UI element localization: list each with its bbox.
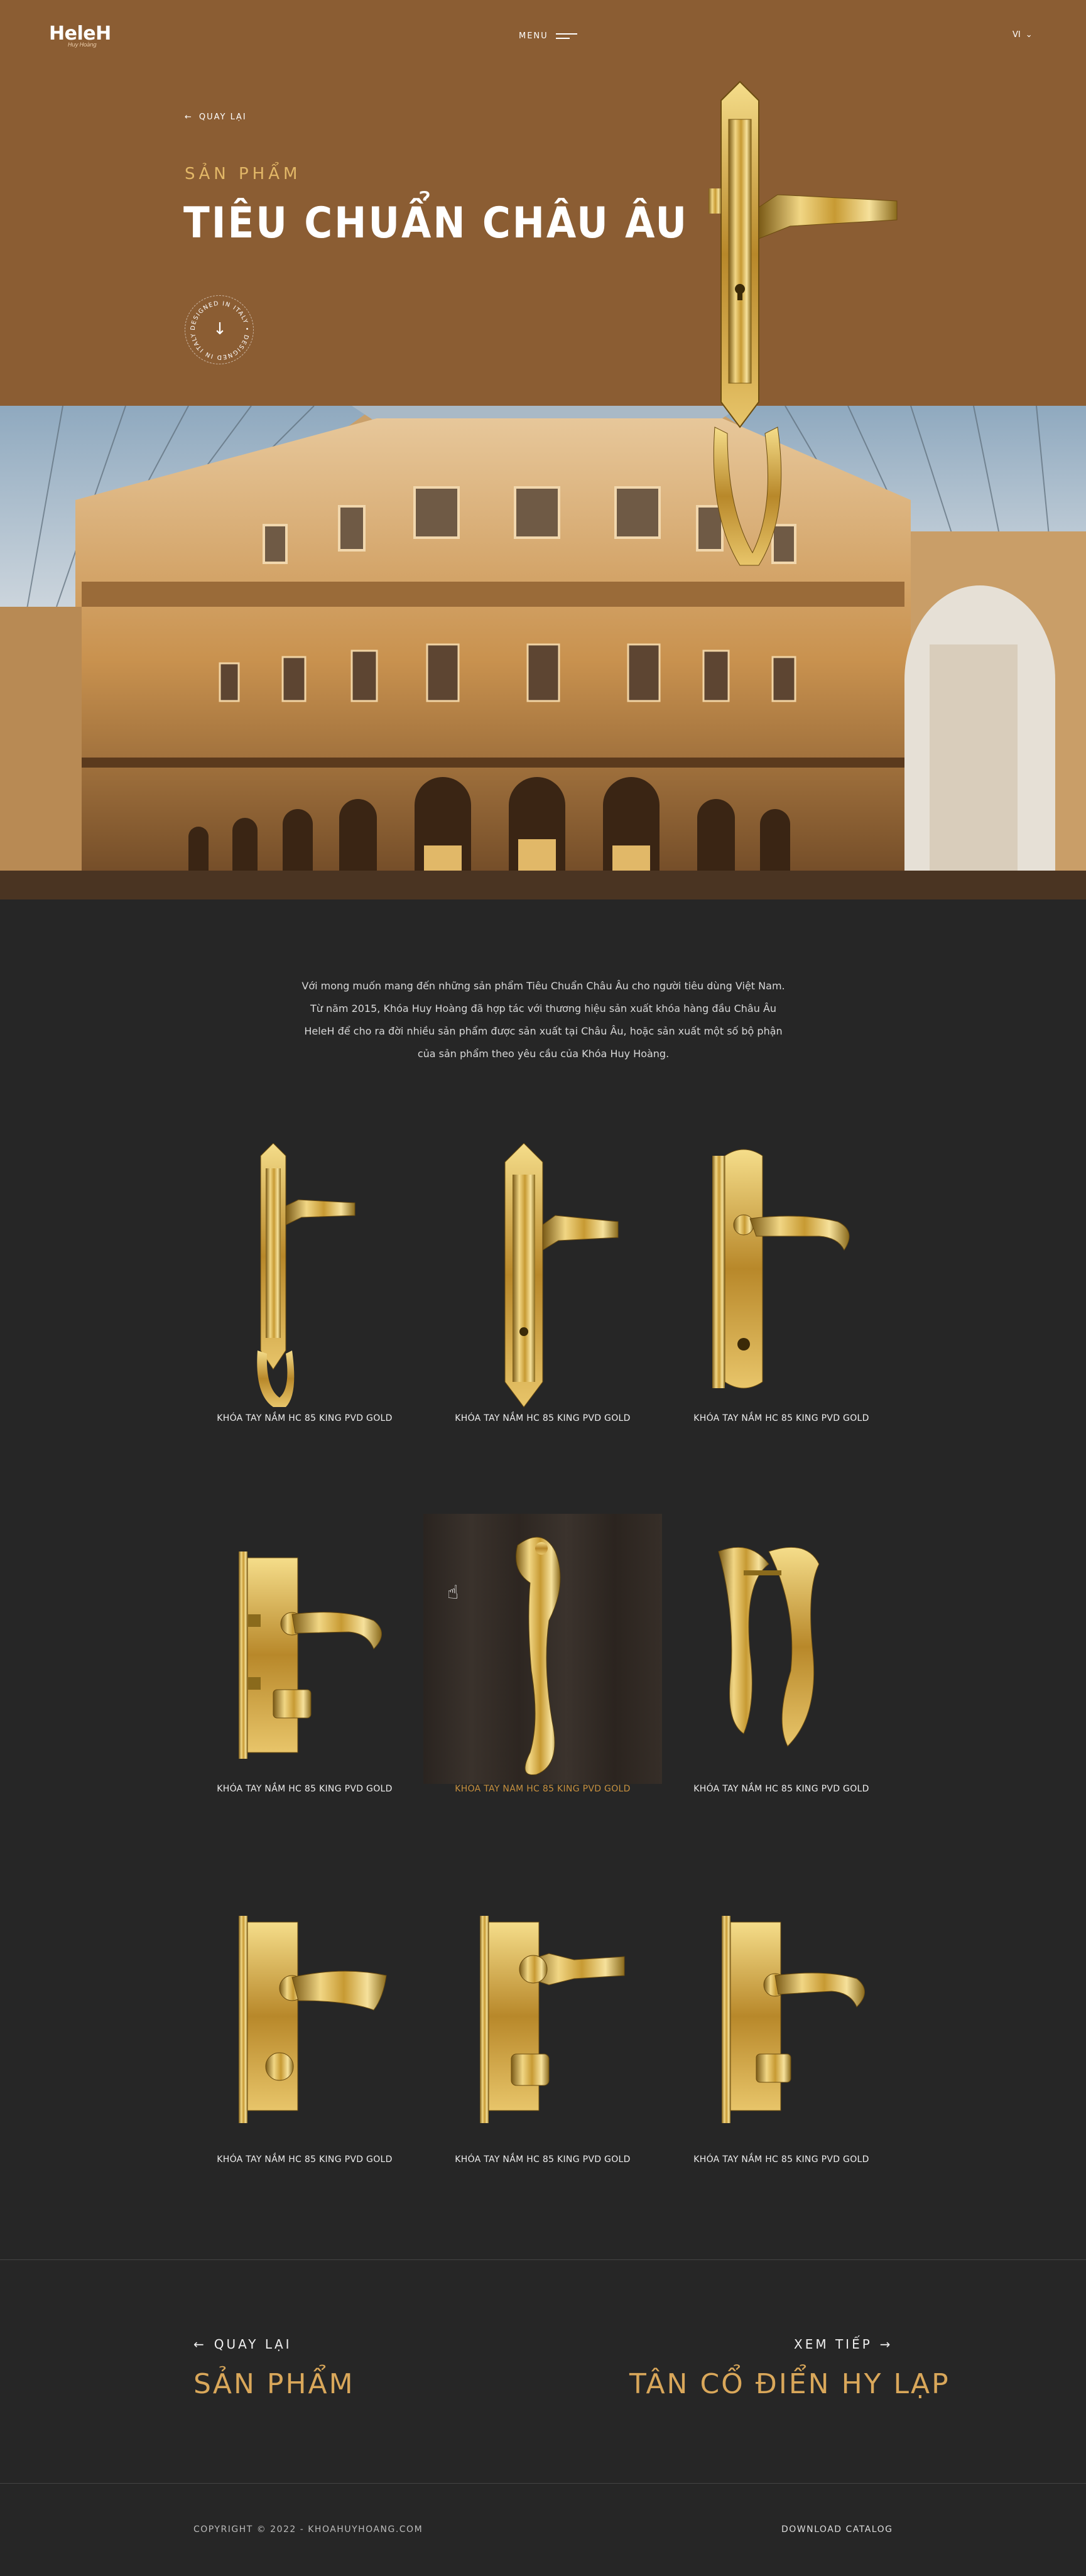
logo-text: HeleH	[49, 23, 111, 45]
product-card[interactable]: KHÓA TAY NẮM HC 85 KING PVD GOLD	[423, 1884, 662, 2165]
brand-logo[interactable]: HeleH Huy Hoàng	[49, 23, 111, 48]
next-section-title[interactable]: TÂN CỔ ĐIỂN HY LẠP	[629, 2368, 950, 2400]
designed-in-italy-badge[interactable]: DESIGNED IN ITALY • DESIGNED IN ITALY • …	[185, 295, 254, 364]
hand-pointer-icon: ☝	[447, 1582, 459, 1604]
product-image	[185, 1514, 424, 1784]
product-image	[662, 1143, 901, 1413]
intro-paragraph: Với mong muốn mang đến những sản phẩm Ti…	[251, 975, 835, 1065]
next-section-link[interactable]: XEM TIẾP →	[794, 2337, 893, 2352]
prev-section-link[interactable]: ← QUAY LẠI	[193, 2337, 292, 2352]
product-image	[185, 1143, 424, 1413]
product-caption: KHÓA TAY NẮM HC 85 KING PVD GOLD	[693, 1413, 869, 1423]
product-image	[662, 1884, 901, 2155]
product-card[interactable]: KHÓA TAY NẮM HC 85 KING PVD GOLD	[185, 1884, 424, 2165]
product-card[interactable]: KHÓA TAY NẮM HC 85 KING PVD GOLD	[662, 1143, 901, 1423]
menu-button[interactable]: MENU	[519, 30, 577, 42]
menu-label: MENU	[519, 31, 548, 41]
product-card[interactable]: ☝ KHÓA TAY NẮM HC 85 KING PVD GOLD	[423, 1514, 662, 1794]
hamburger-icon	[555, 30, 577, 42]
arrow-right-icon: →	[879, 2337, 893, 2352]
section-divider	[0, 2259, 1086, 2260]
product-caption: KHÓA TAY NẮM HC 85 KING PVD GOLD	[455, 1784, 631, 1794]
download-catalog-link[interactable]: DOWNLOAD CATALOG	[781, 2524, 893, 2535]
footer-divider	[0, 2483, 1086, 2484]
intro-line: Từ năm 2015, Khóa Huy Hoàng đã hợp tác v…	[310, 1003, 777, 1014]
product-image	[185, 1884, 424, 2155]
page-title: TIÊU CHUẨN CHÂU ÂU	[183, 198, 689, 248]
product-card[interactable]: KHÓA TAY NẮM HC 85 KING PVD GOLD	[662, 1514, 901, 1794]
product-caption: KHÓA TAY NẮM HC 85 KING PVD GOLD	[455, 2155, 631, 2165]
next-label: XEM TIẾP	[794, 2337, 872, 2352]
prev-label: QUAY LẠI	[214, 2337, 292, 2352]
arrow-left-icon: ←	[185, 112, 193, 122]
hero-lock-image	[709, 80, 898, 566]
product-card[interactable]: KHÓA TAY NẮM HC 85 KING PVD GOLD	[185, 1514, 424, 1794]
language-label: VI	[1013, 30, 1021, 40]
prev-section-title[interactable]: SẢN PHẨM	[193, 2368, 355, 2400]
product-card[interactable]: KHÓA TAY NẮM HC 85 KING PVD GOLD	[185, 1143, 424, 1423]
product-card[interactable]: KHÓA TAY NẮM HC 85 KING PVD GOLD	[662, 1884, 901, 2165]
arrow-down-icon: ↓	[213, 320, 227, 339]
product-image: ☝	[423, 1514, 662, 1784]
product-image	[662, 1514, 901, 1784]
product-image	[423, 1884, 662, 2155]
product-caption: KHÓA TAY NẮM HC 85 KING PVD GOLD	[217, 1784, 393, 1794]
product-caption: KHÓA TAY NẮM HC 85 KING PVD GOLD	[455, 1413, 631, 1423]
intro-line: HeleH để cho ra đời nhiều sản phẩm được …	[304, 1025, 783, 1037]
intro-line: Với mong muốn mang đến những sản phẩm Ti…	[301, 980, 785, 992]
product-caption: KHÓA TAY NẮM HC 85 KING PVD GOLD	[693, 1784, 869, 1794]
language-selector[interactable]: VI ⌄	[1013, 30, 1033, 40]
back-link[interactable]: ← QUAY LẠI	[185, 112, 247, 122]
chevron-down-icon: ⌄	[1025, 30, 1033, 40]
product-card[interactable]: KHÓA TAY NẮM HC 85 KING PVD GOLD	[423, 1143, 662, 1423]
intro-line: của sản phẩm theo yêu cầu của Khóa Huy H…	[417, 1048, 670, 1060]
product-caption: KHÓA TAY NẮM HC 85 KING PVD GOLD	[217, 1413, 393, 1423]
section-subtitle: SẢN PHẨM	[185, 165, 301, 183]
product-caption: KHÓA TAY NẮM HC 85 KING PVD GOLD	[217, 2155, 393, 2165]
hero-section: HeleH Huy Hoàng MENU VI ⌄ ← QUAY LẠI SẢN…	[0, 0, 1086, 406]
product-image	[423, 1143, 662, 1413]
arrow-left-icon: ←	[193, 2337, 207, 2352]
product-caption: KHÓA TAY NẮM HC 85 KING PVD GOLD	[693, 2155, 869, 2165]
copyright-text: COPYRIGHT © 2022 - KHOAHUYHOANG.COM	[193, 2524, 423, 2535]
back-label: QUAY LẠI	[198, 112, 247, 122]
hero-gallery-image	[0, 406, 1086, 899]
